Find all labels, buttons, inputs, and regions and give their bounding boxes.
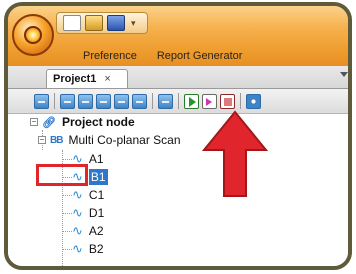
ribbon-menu: Preference Report Generator: [8, 46, 348, 66]
toolbar-separator: [178, 93, 179, 109]
quick-access-toolbar: ▾: [56, 12, 148, 34]
toolbar-separator: [54, 93, 55, 109]
toolbar-separator: [240, 93, 241, 109]
scan-icon: BB: [50, 134, 63, 146]
customize-dropdown-icon[interactable]: ▾: [131, 18, 136, 29]
toolbar-tool-6-icon[interactable]: [132, 93, 147, 109]
app-logo-icon: [24, 26, 42, 44]
tree-item-a2[interactable]: ∿ A2: [72, 223, 104, 239]
toolbar-tool-3-icon[interactable]: [78, 93, 93, 109]
tree-connector: [62, 195, 72, 196]
step-icon[interactable]: [202, 93, 217, 109]
tree-connector: [62, 159, 72, 160]
red-arrow-annotation: [201, 110, 269, 197]
collapse-icon[interactable]: −: [30, 118, 38, 126]
document-tabs: Project1 ×: [8, 66, 348, 89]
toolbar-tool-5-icon[interactable]: [114, 93, 129, 109]
project-toolbar: [8, 89, 348, 114]
tree-item-label: D1: [88, 206, 105, 220]
tab-label: Project1: [53, 73, 97, 85]
tree-item-label: B2: [88, 242, 104, 256]
stop-icon[interactable]: [220, 93, 235, 109]
tree-connector: [62, 231, 72, 232]
tree-scan-label: Multi Co-planar Scan: [68, 133, 181, 147]
toolbar-tool-4-icon[interactable]: [96, 93, 111, 109]
tab-list-dropdown-icon[interactable]: [340, 72, 348, 77]
tree-connector: [62, 213, 72, 214]
close-tab-icon[interactable]: ×: [104, 73, 110, 85]
tree-item-label: A2: [88, 224, 104, 238]
tree-node-scan[interactable]: − BB Multi Co-planar Scan: [38, 132, 181, 148]
tree-item-d1[interactable]: ∿ D1: [72, 205, 104, 221]
tree-item-c1[interactable]: ∿ C1: [72, 187, 104, 203]
waveform-icon: ∿: [72, 241, 83, 256]
tree-item-label-selected: B1: [88, 169, 108, 185]
highlight-box: [36, 164, 88, 186]
app-window: ▾ Preference Report Generator Project1 ×: [4, 2, 352, 270]
toolbar-tool-7-icon[interactable]: [158, 93, 173, 109]
tree-connector: [62, 249, 72, 250]
new-file-icon[interactable]: [63, 15, 81, 31]
run-play-icon[interactable]: [184, 93, 199, 109]
settings-gear-icon[interactable]: [246, 93, 261, 109]
project-tree: − 🔗︎ Project node − BB Multi Co-planar S…: [8, 114, 348, 266]
save-icon[interactable]: [107, 15, 125, 31]
tree-root-label: Project node: [61, 115, 135, 129]
waveform-icon: ∿: [72, 223, 83, 238]
collapse-icon[interactable]: −: [38, 136, 46, 144]
tree-item-label: A1: [88, 152, 104, 166]
tree-node-root[interactable]: − 🔗︎ Project node: [30, 114, 135, 130]
tab-project1[interactable]: Project1 ×: [46, 69, 128, 88]
waveform-icon: ∿: [72, 187, 83, 202]
ribbon: ▾ Preference Report Generator: [8, 6, 348, 66]
menu-report-generator[interactable]: Report Generator: [157, 50, 243, 62]
toolbar-tool-1-icon[interactable]: [34, 93, 49, 109]
project-node-icon: 🔗︎: [42, 116, 56, 129]
open-folder-icon[interactable]: [85, 15, 103, 31]
menu-preference[interactable]: Preference: [83, 50, 137, 62]
tree-item-b2[interactable]: ∿ B2: [72, 241, 104, 257]
waveform-icon: ∿: [72, 205, 83, 220]
toolbar-tool-2-icon[interactable]: [60, 93, 75, 109]
toolbar-separator: [152, 93, 153, 109]
tree-item-label: C1: [88, 188, 105, 202]
